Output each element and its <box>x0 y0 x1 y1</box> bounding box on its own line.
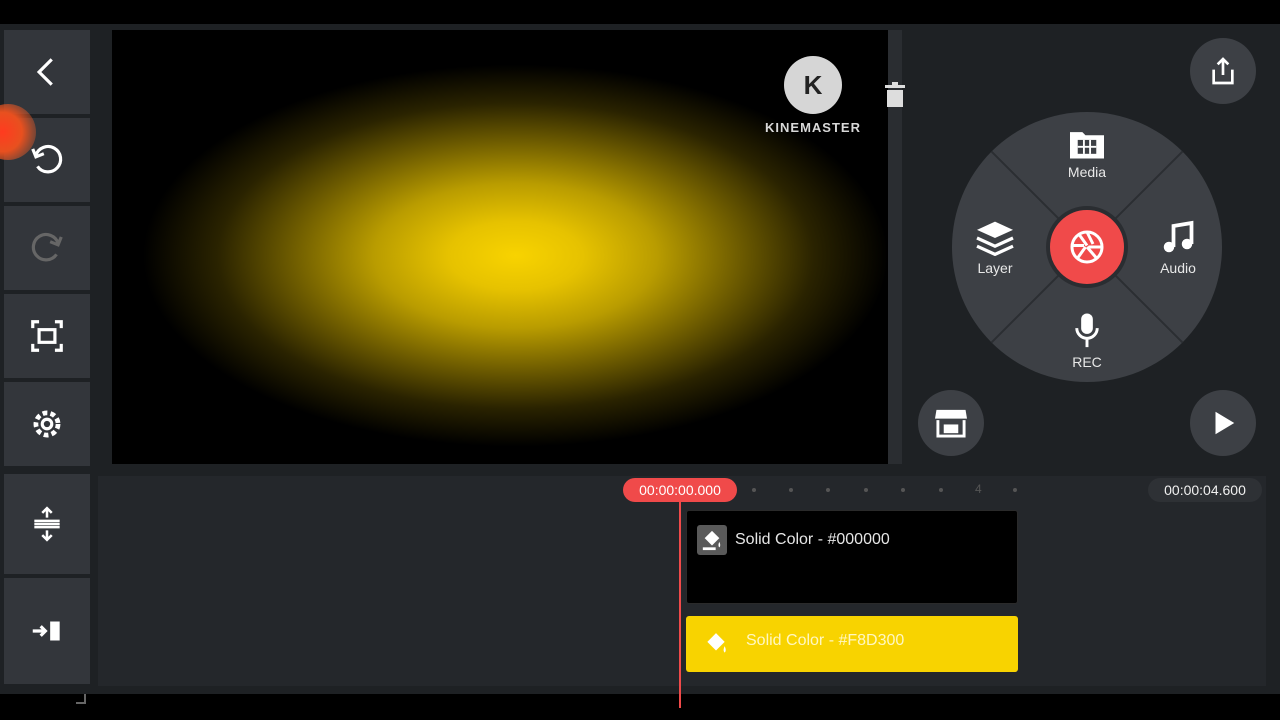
trash-icon <box>885 82 905 107</box>
audio-button[interactable]: Audio <box>1138 220 1218 276</box>
clip-label: Solid Color - #F8D300 <box>746 632 905 649</box>
settings-button[interactable] <box>4 382 90 466</box>
video-preview[interactable]: K KINEMASTER <box>112 30 888 464</box>
media-icon <box>1070 132 1104 159</box>
timeline-tick <box>864 488 868 492</box>
chevron-left-icon <box>36 58 53 86</box>
play-icon <box>1215 411 1235 435</box>
timeline-tick-label: 4 <box>975 482 982 496</box>
rec-button[interactable]: REC <box>1047 312 1127 370</box>
timeline-tick <box>1013 488 1017 492</box>
kinemaster-editor: K KINEMASTER Media Layer Audio REC 00:00… <box>0 24 1280 708</box>
expand-vertical-icon <box>34 506 60 542</box>
music-note-icon <box>1163 220 1194 253</box>
rec-label: REC <box>1072 354 1102 370</box>
audio-label: Audio <box>1160 260 1196 276</box>
jump-to-end-button[interactable] <box>4 578 90 684</box>
paint-bucket-icon <box>700 628 732 660</box>
camera-shutter-icon <box>1070 230 1104 264</box>
timeline-tick <box>939 488 943 492</box>
capture-button[interactable] <box>1046 206 1128 288</box>
kinemaster-logo: K <box>784 56 842 114</box>
clip-solid-yellow[interactable]: Solid Color - #F8D300 <box>686 616 1018 672</box>
paint-bucket-icon <box>697 525 727 555</box>
media-label: Media <box>1067 164 1107 180</box>
redo-button[interactable] <box>4 206 90 290</box>
layers-icon <box>976 221 1014 256</box>
playhead[interactable] <box>679 502 681 708</box>
microphone-icon <box>1075 313 1099 348</box>
watermark-text: KINEMASTER <box>765 120 861 135</box>
delete-watermark-button[interactable] <box>876 76 914 114</box>
layer-button[interactable]: Layer <box>955 220 1035 276</box>
back-button[interactable] <box>4 30 90 114</box>
screen-capture-button[interactable] <box>4 294 90 378</box>
layer-label: Layer <box>977 260 1013 276</box>
timeline-tick <box>901 488 905 492</box>
gear-icon <box>33 410 61 438</box>
screen-capture-icon <box>31 320 63 352</box>
redo-icon <box>31 232 63 262</box>
timeline[interactable] <box>98 476 1266 686</box>
undo-icon <box>31 144 63 174</box>
kinemaster-watermark: K KINEMASTER <box>760 56 866 135</box>
current-time: 00:00:00.000 <box>623 478 737 502</box>
share-icon <box>1212 57 1234 85</box>
share-button[interactable] <box>1190 38 1256 104</box>
store-icon <box>935 409 967 438</box>
total-duration: 00:00:04.600 <box>1148 478 1262 502</box>
resize-handle[interactable] <box>76 694 86 704</box>
timeline-tick <box>789 488 793 492</box>
media-button[interactable]: Media <box>1047 126 1127 180</box>
asset-store-button[interactable] <box>918 390 984 456</box>
timeline-tick <box>752 488 756 492</box>
timeline-expand-button[interactable] <box>4 474 90 574</box>
jump-to-end-icon <box>32 621 60 641</box>
kinemaster-logo-letter: K <box>803 69 823 100</box>
play-button[interactable] <box>1190 390 1256 456</box>
clip-solid-black[interactable]: Solid Color - #000000 <box>686 510 1018 604</box>
timeline-tick <box>826 488 830 492</box>
clip-label: Solid Color - #000000 <box>735 531 890 548</box>
